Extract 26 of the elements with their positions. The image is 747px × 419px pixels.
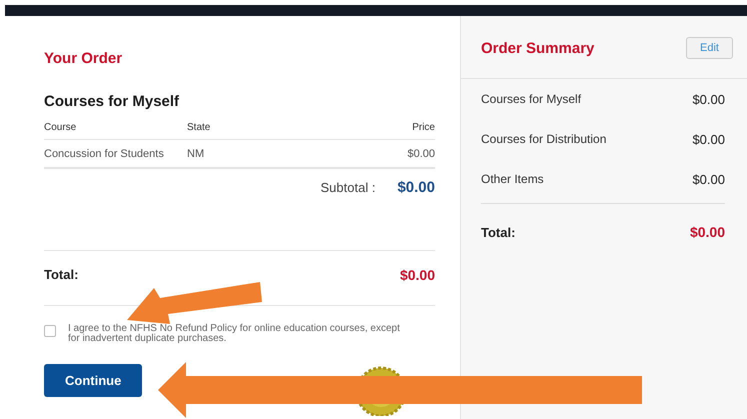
subtotal-label: Subtotal : [320,180,376,195]
total-label: Total: [44,267,78,283]
summary-label: Other Items [481,172,544,186]
continue-button[interactable]: Continue [44,364,142,397]
summary-total-label: Total: [481,224,516,240]
summary-total-value: $0.00 [690,224,725,240]
summary-label: Courses for Myself [481,92,582,106]
table-cell-text: NM [187,148,206,160]
column-header: State [187,122,212,133]
column-header: Course [44,122,78,133]
table-cell-text: $0.00 [406,148,435,160]
summary-label: Courses for Distribution [481,132,606,146]
table-cell-text: Concussion for Students [44,148,165,160]
summary-amount: $0.00 [692,132,725,146]
arrow-icon [124,280,264,324]
total-value: $0.00 [400,267,435,283]
subtotal-value: $0.00 [397,179,435,196]
column-header: Price [411,122,435,133]
section-heading: Courses for Myself [44,93,180,110]
summary-amount: $0.00 [692,92,725,106]
summary-amount: $0.00 [692,172,725,186]
order-title: Your Order [44,50,124,67]
summary-title: Order Summary [481,40,594,56]
agree-checkbox[interactable] [44,325,56,337]
agreement-text: I agree to the NFHS No Refund Policy for online education courses, except for inadvertent duplicate purchases. [68,324,401,344]
arrow-icon [158,362,642,418]
